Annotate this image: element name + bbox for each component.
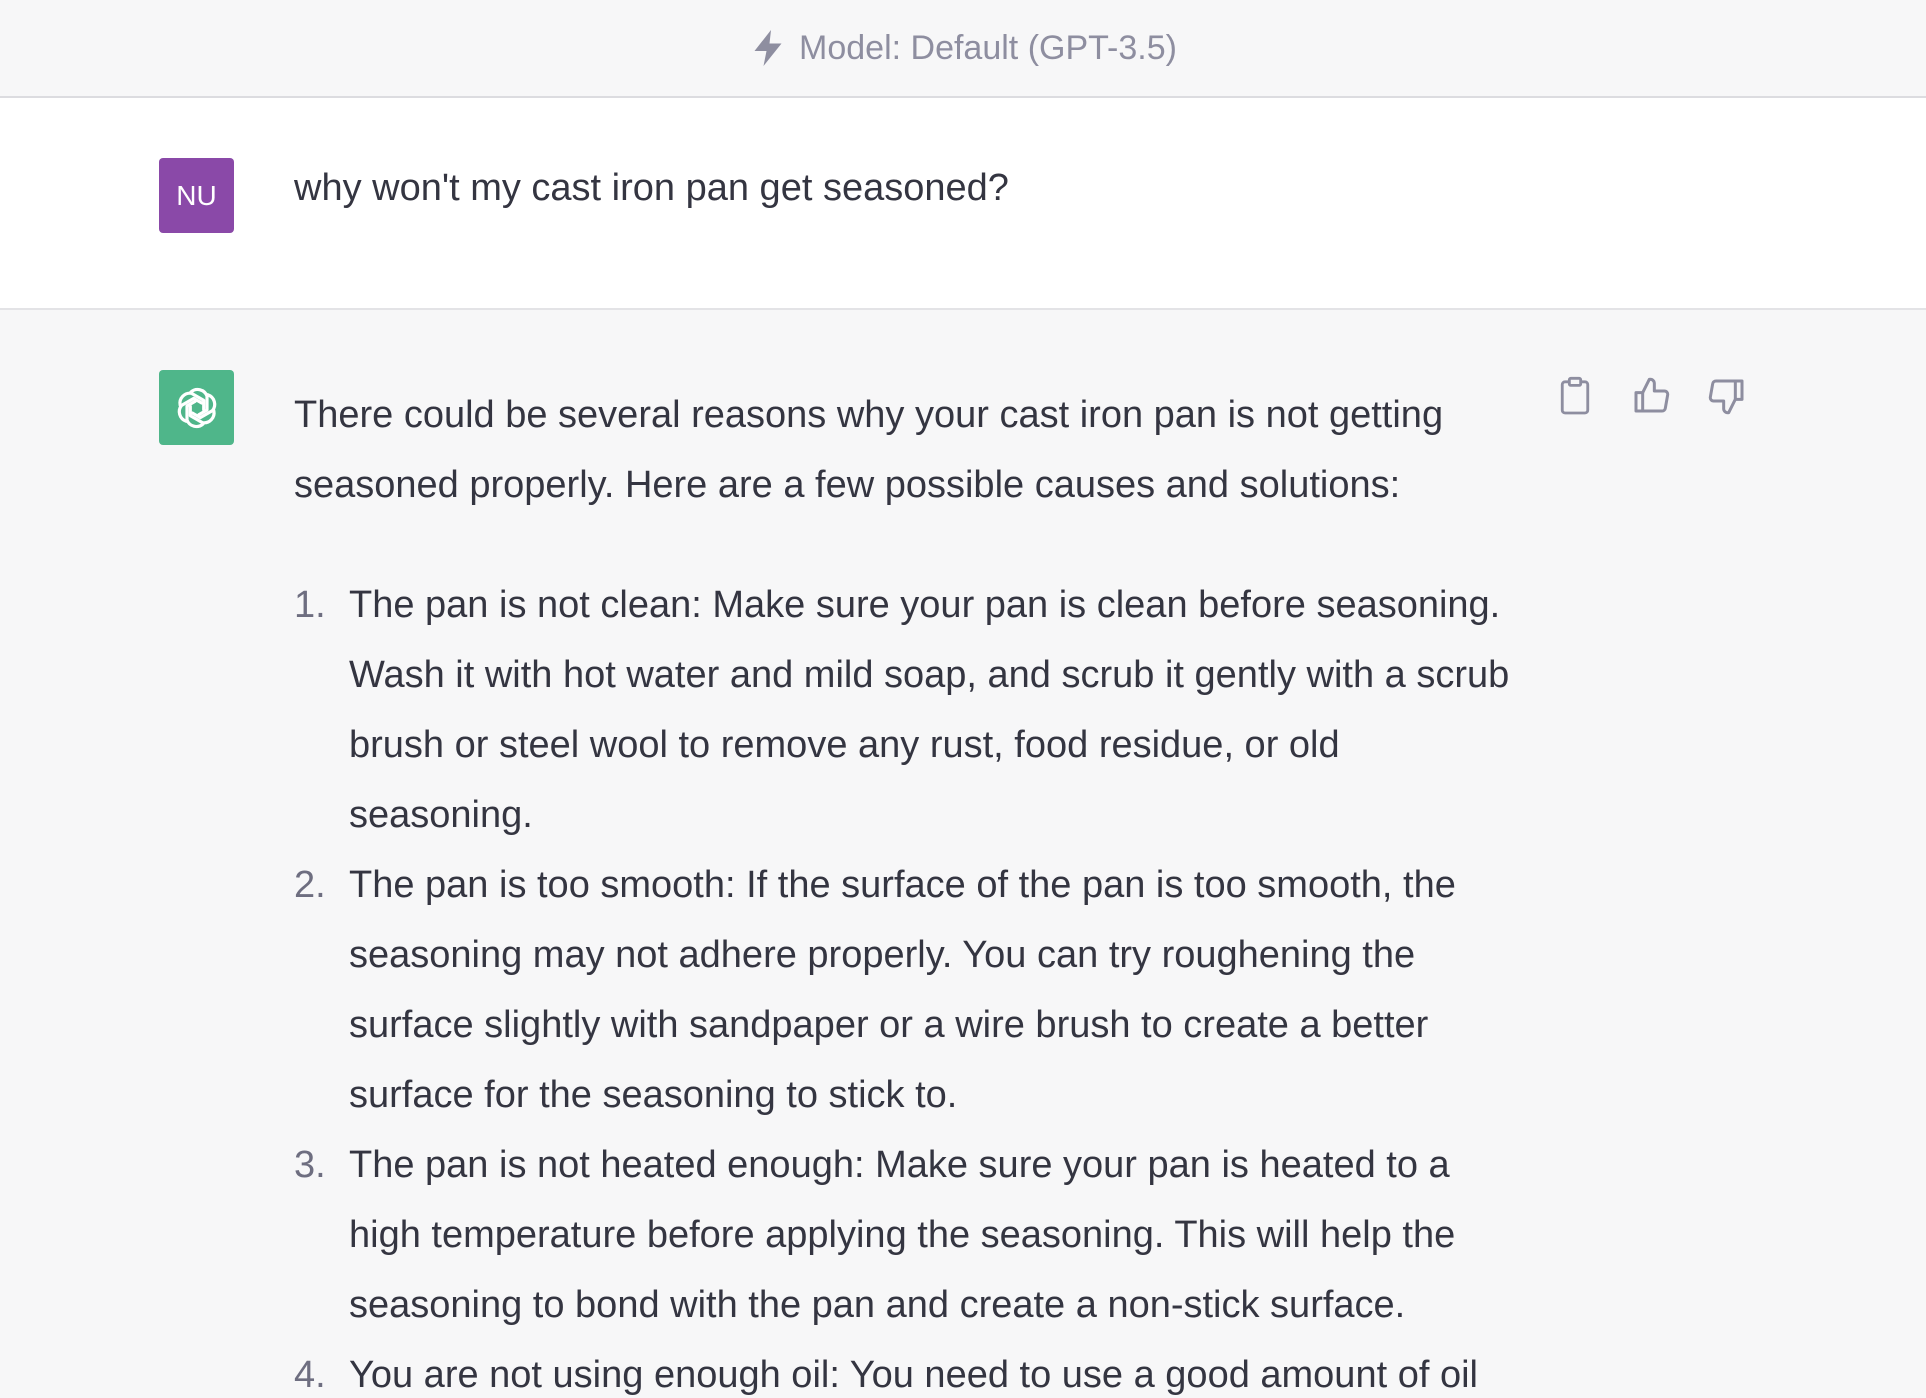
answer-list: 1. The pan is not clean: Make sure your …: [294, 570, 1524, 1398]
model-label: Model: Default (GPT-3.5): [799, 28, 1177, 67]
list-item-text: The pan is too smooth: If the surface of…: [349, 864, 1456, 1116]
list-item-number: 1.: [294, 584, 326, 626]
openai-logo-icon: [159, 370, 234, 445]
assistant-answer: There could be several reasons why your …: [294, 380, 1524, 1398]
lightning-bolt-icon: [749, 28, 787, 68]
list-item: 1. The pan is not clean: Make sure your …: [294, 570, 1524, 850]
list-item-text: The pan is not clean: Make sure your pan…: [349, 584, 1510, 836]
user-avatar-initials: NU: [176, 179, 217, 211]
list-item-text: The pan is not heated enough: Make sure …: [349, 1144, 1456, 1326]
list-item-number: 4.: [294, 1354, 326, 1396]
list-item-number: 2.: [294, 864, 326, 906]
answer-intro: There could be several reasons why your …: [294, 394, 1444, 506]
thumbs-up-icon[interactable]: [1631, 376, 1671, 416]
list-item: 3. The pan is not heated enough: Make su…: [294, 1130, 1524, 1340]
list-item: 4. You are not using enough oil: You nee…: [294, 1340, 1524, 1398]
assistant-message: There could be several reasons why your …: [0, 310, 1926, 1398]
chat-page: Model: Default (GPT-3.5) NU why won't my…: [0, 0, 1926, 1398]
user-message: NU why won't my cast iron pan get season…: [0, 98, 1926, 310]
clipboard-icon[interactable]: [1555, 376, 1595, 416]
message-actions: [1555, 376, 1747, 416]
thumbs-down-icon[interactable]: [1707, 376, 1747, 416]
model-header: Model: Default (GPT-3.5): [0, 0, 1926, 98]
user-message-text: why won't my cast iron pan get seasoned?: [294, 167, 1009, 209]
list-item: 2. The pan is too smooth: If the surface…: [294, 850, 1524, 1130]
list-item-text: You are not using enough oil: You need t…: [349, 1354, 1478, 1396]
list-item-number: 3.: [294, 1144, 326, 1186]
user-avatar: NU: [159, 158, 234, 233]
